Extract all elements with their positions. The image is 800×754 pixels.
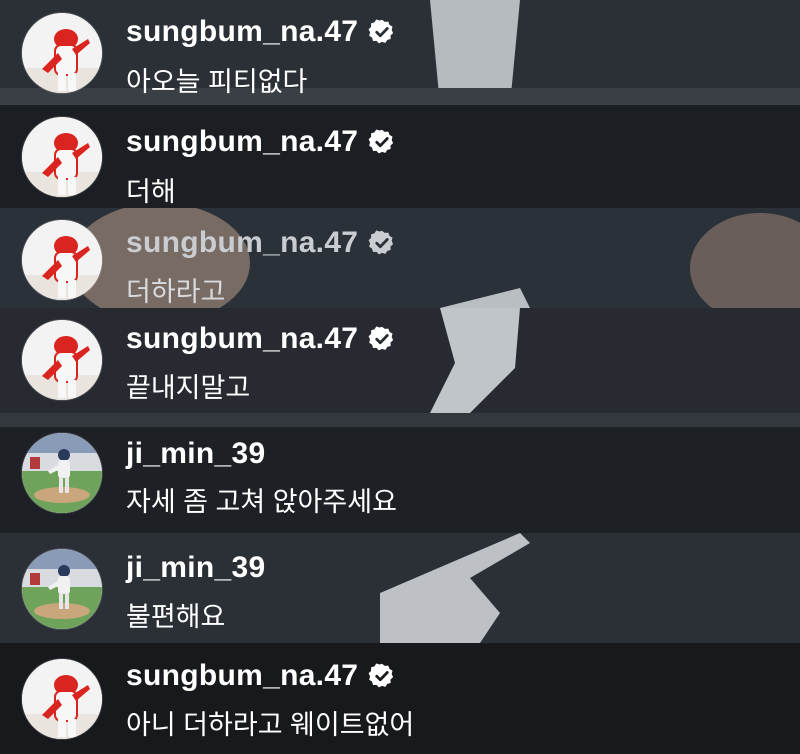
avatar[interactable] bbox=[22, 117, 102, 197]
username[interactable]: sungbum_na.47 bbox=[126, 659, 396, 693]
avatar[interactable] bbox=[22, 13, 102, 93]
username[interactable]: sungbum_na.47 bbox=[126, 125, 396, 159]
username[interactable]: sungbum_na.47 bbox=[126, 322, 396, 356]
username-text[interactable]: sungbum_na.47 bbox=[126, 15, 358, 49]
comment-row: sungbum_na.47 더해 bbox=[0, 105, 800, 208]
verified-badge-icon bbox=[368, 128, 396, 156]
username[interactable]: sungbum_na.47 bbox=[126, 15, 396, 49]
verified-badge-icon bbox=[368, 229, 396, 257]
username[interactable]: ji_min_39 bbox=[126, 437, 265, 471]
comment-text: 아니 더하라고 웨이트없어 bbox=[126, 710, 415, 740]
verified-badge-icon bbox=[368, 18, 396, 46]
comment-text: 자세 좀 고쳐 앉아주세요 bbox=[126, 487, 397, 517]
comment-row: ji_min_39 자세 좀 고쳐 앉아주세요 bbox=[0, 413, 800, 533]
username-text[interactable]: ji_min_39 bbox=[126, 437, 265, 471]
verified-badge-icon bbox=[368, 325, 396, 353]
comment-text: 끝내지말고 bbox=[126, 373, 251, 403]
comment-row: sungbum_na.47 끝내지말고 bbox=[0, 308, 800, 413]
avatar[interactable] bbox=[22, 659, 102, 739]
username-text[interactable]: sungbum_na.47 bbox=[126, 659, 358, 693]
comment-text: 더하라고 bbox=[126, 277, 226, 307]
comment-text: 아오늘 피티없다 bbox=[126, 67, 308, 97]
comment-row: sungbum_na.47 아니 더하라고 웨이트없어 bbox=[0, 643, 800, 754]
avatar[interactable] bbox=[22, 433, 102, 513]
comment-text: 더해 bbox=[126, 177, 176, 207]
username-text[interactable]: sungbum_na.47 bbox=[126, 322, 358, 356]
comment-text: 불편해요 bbox=[126, 602, 226, 632]
username[interactable]: sungbum_na.47 bbox=[126, 226, 396, 260]
username[interactable]: ji_min_39 bbox=[126, 551, 265, 585]
comment-row: sungbum_na.47 아오늘 피티없다 bbox=[0, 0, 800, 105]
avatar[interactable] bbox=[22, 549, 102, 629]
avatar[interactable] bbox=[22, 220, 102, 300]
username-text[interactable]: sungbum_na.47 bbox=[126, 125, 358, 159]
username-text[interactable]: sungbum_na.47 bbox=[126, 226, 358, 260]
live-comment-feed: sungbum_na.47 아오늘 피티없다 sungbum_na.47 더해 … bbox=[0, 0, 800, 754]
avatar[interactable] bbox=[22, 320, 102, 400]
comment-row: sungbum_na.47 더하라고 bbox=[0, 208, 800, 308]
comment-row: ji_min_39 불편해요 bbox=[0, 533, 800, 643]
verified-badge-icon bbox=[368, 662, 396, 690]
username-text[interactable]: ji_min_39 bbox=[126, 551, 265, 585]
